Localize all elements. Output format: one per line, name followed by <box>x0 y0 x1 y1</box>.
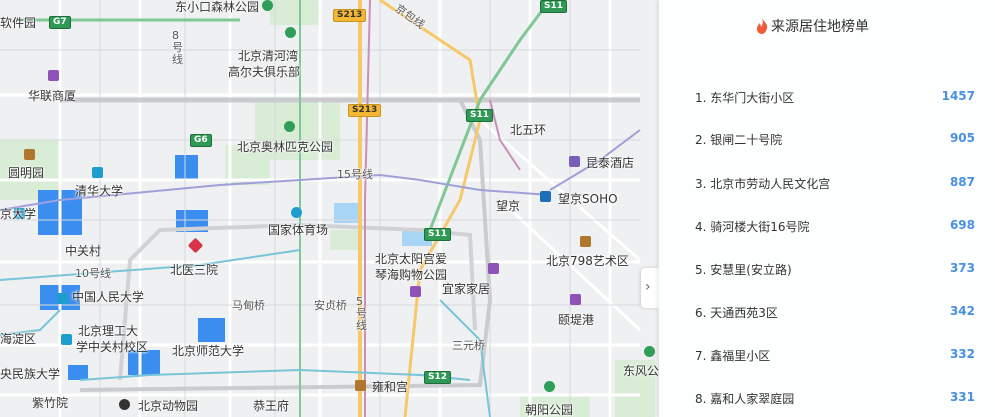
rank-count: 1457 <box>941 89 975 103</box>
map-label-line5: 5 号 线 <box>356 295 367 332</box>
chevron-right-icon: › <box>645 279 651 295</box>
park-icon-olympic[interactable] <box>284 121 295 132</box>
map-label-qinghe-golf-1[interactable]: 北京清河湾 <box>238 49 298 63</box>
map-label-yuanmingyuan[interactable]: 圆明园 <box>8 166 44 180</box>
school-icon-3[interactable] <box>57 293 68 304</box>
hotel-icon[interactable] <box>569 156 580 167</box>
rank-count: 887 <box>949 175 975 189</box>
highway-shield-s213: S213 <box>333 9 367 22</box>
school-icon-4[interactable] <box>61 334 72 345</box>
list-item[interactable]: 8. 嘉和人家翠庭园 331 <box>695 390 983 408</box>
highway-shield-g6: G6 <box>190 134 212 147</box>
shopping-icon-3[interactable] <box>410 286 421 297</box>
map-label-shifan[interactable]: 北京师范大学 <box>172 344 244 358</box>
building-icon[interactable] <box>540 191 551 202</box>
map-label-qinghua[interactable]: 清华大学 <box>75 184 123 198</box>
map-label-beijing-daxue[interactable]: 京大学 <box>0 207 36 221</box>
scenic-icon-2[interactable] <box>580 236 591 247</box>
list-item[interactable]: 3. 北京市劳动人民文化宫 887 <box>695 175 983 193</box>
rank-count: 332 <box>949 347 975 361</box>
map-label-ligong-1[interactable]: 北京理工大 <box>78 324 138 338</box>
map-label-yiheyuan-gang[interactable]: 颐堤港 <box>558 313 594 327</box>
map-label-dongwuyuan[interactable]: 北京动物园 <box>138 399 198 413</box>
rank-label: 8. 嘉和人家翠庭园 <box>695 392 795 406</box>
list-item[interactable]: 6. 天通西苑3区 342 <box>695 304 983 322</box>
shopping-icon-4[interactable] <box>570 294 581 305</box>
park-icon-chaoyang[interactable] <box>544 381 555 392</box>
map-label-minzu[interactable]: 央民族大学 <box>0 367 60 381</box>
map-label-anzhenqiao[interactable]: 安贞桥 <box>314 299 347 313</box>
map-label-beiyi-sanyuan[interactable]: 北医三院 <box>170 263 218 277</box>
rank-label: 5. 安慧里(安立路) <box>695 263 792 277</box>
map-label-beiwuhuan: 北五环 <box>510 123 547 137</box>
highway-shield-s11: S11 <box>540 0 568 13</box>
map-label-haidian: 海淀区 <box>0 332 37 346</box>
map-label-madianqiao[interactable]: 马甸桥 <box>232 299 265 313</box>
rank-count: 373 <box>949 261 975 275</box>
map-label-taiyanggong-1[interactable]: 北京太阳宫爱 <box>375 252 447 266</box>
map-label-kuntai[interactable]: 昆泰酒店 <box>586 156 634 170</box>
list-item[interactable]: 2. 银闸二十号院 905 <box>695 131 983 149</box>
map-label-ruanjianyuan[interactable]: 软件园 <box>0 16 36 30</box>
map-label-renmin-daxue[interactable]: 中国人民大学 <box>72 290 144 304</box>
highway-shield-s213-2: S213 <box>348 104 382 117</box>
rank-label: 6. 天通西苑3区 <box>695 306 778 320</box>
highway-shield-s11-2: S11 <box>466 109 494 122</box>
panel-collapse-button[interactable]: › <box>641 268 659 308</box>
zoo-icon[interactable] <box>119 399 130 410</box>
list-item[interactable]: 1. 东华门大街小区 1457 <box>695 89 983 107</box>
map-label-guojia-tiyuchang[interactable]: 国家体育场 <box>268 223 328 237</box>
rank-label: 2. 银闸二十号院 <box>695 133 783 147</box>
highway-shield-s11-3: S11 <box>424 228 452 241</box>
map-label-zizhuyuan[interactable]: 紫竹院 <box>32 396 68 410</box>
map-label-wangjing-soho[interactable]: 望京SOHO <box>558 192 618 206</box>
rank-label: 3. 北京市劳动人民文化宫 <box>695 177 831 191</box>
school-icon[interactable] <box>92 167 103 178</box>
rank-count: 698 <box>949 218 975 232</box>
rank-label: 1. 东华门大街小区 <box>695 91 795 105</box>
map-label-chaoyang-park[interactable]: 朝阳公园 <box>525 403 573 417</box>
map-label-wangjing[interactable]: 望京 <box>496 199 520 213</box>
map-label-hualian[interactable]: 华联商厦 <box>28 89 76 103</box>
map-label-dongfeng[interactable]: 东风公 <box>623 364 659 378</box>
highway-shield-s12: S12 <box>424 371 452 384</box>
map-label-line15: 15号线 <box>337 168 373 181</box>
map-label-taiyanggong-2[interactable]: 琴海购物公园 <box>375 268 447 282</box>
map-label-yijiajiaju[interactable]: 宜家家居 <box>442 282 490 296</box>
list-item[interactable]: 4. 骑河楼大街16号院 698 <box>695 218 983 236</box>
ranking-panel: 来源居住地榜单 1. 东华门大街小区 1457 2. 银闸二十号院 905 3.… <box>659 0 995 417</box>
shopping-icon[interactable] <box>48 70 59 81</box>
rank-count: 331 <box>949 390 975 404</box>
map-label-ligong-2[interactable]: 学中关村校区 <box>76 340 148 354</box>
golf-icon[interactable] <box>285 27 296 38</box>
highway-shield-g7: G7 <box>49 16 71 29</box>
temple-icon[interactable] <box>355 380 366 391</box>
scenic-icon[interactable] <box>24 149 35 160</box>
map-label-zhongguancun[interactable]: 中关村 <box>65 244 101 258</box>
stadium-icon[interactable] <box>291 207 302 218</box>
rank-label: 4. 骑河楼大街16号院 <box>695 220 810 234</box>
map-label-qinghe-golf-2[interactable]: 高尔夫俱乐部 <box>228 65 300 79</box>
rank-label: 7. 鑫福里小区 <box>695 349 771 363</box>
panel-title: 来源居住地榜单 <box>771 19 869 35</box>
map-label-dongxiaokou[interactable]: 东小口森林公园 <box>175 0 259 14</box>
park-icon[interactable] <box>262 0 273 11</box>
rank-count: 342 <box>949 304 975 318</box>
map-label-yonghegong[interactable]: 雍和宫 <box>372 380 408 394</box>
map-label-line8: 8 号 线 <box>172 29 183 66</box>
map-label-sanyuanqiao[interactable]: 三元桥 <box>452 339 485 353</box>
list-item[interactable]: 5. 安慧里(安立路) 373 <box>695 261 983 279</box>
map-label-line10: 10号线 <box>75 267 111 280</box>
fire-icon <box>756 18 768 34</box>
map-label-aolinpike[interactable]: 北京奥林匹克公园 <box>237 140 333 154</box>
park-icon-dongfeng[interactable] <box>644 346 655 357</box>
map-label-gongwangfu[interactable]: 恭王府 <box>253 399 289 413</box>
rank-count: 905 <box>949 131 975 145</box>
shopping-icon-2[interactable] <box>488 263 499 274</box>
map-label-798[interactable]: 北京798艺术区 <box>546 254 629 268</box>
list-item[interactable]: 7. 鑫福里小区 332 <box>695 347 983 365</box>
